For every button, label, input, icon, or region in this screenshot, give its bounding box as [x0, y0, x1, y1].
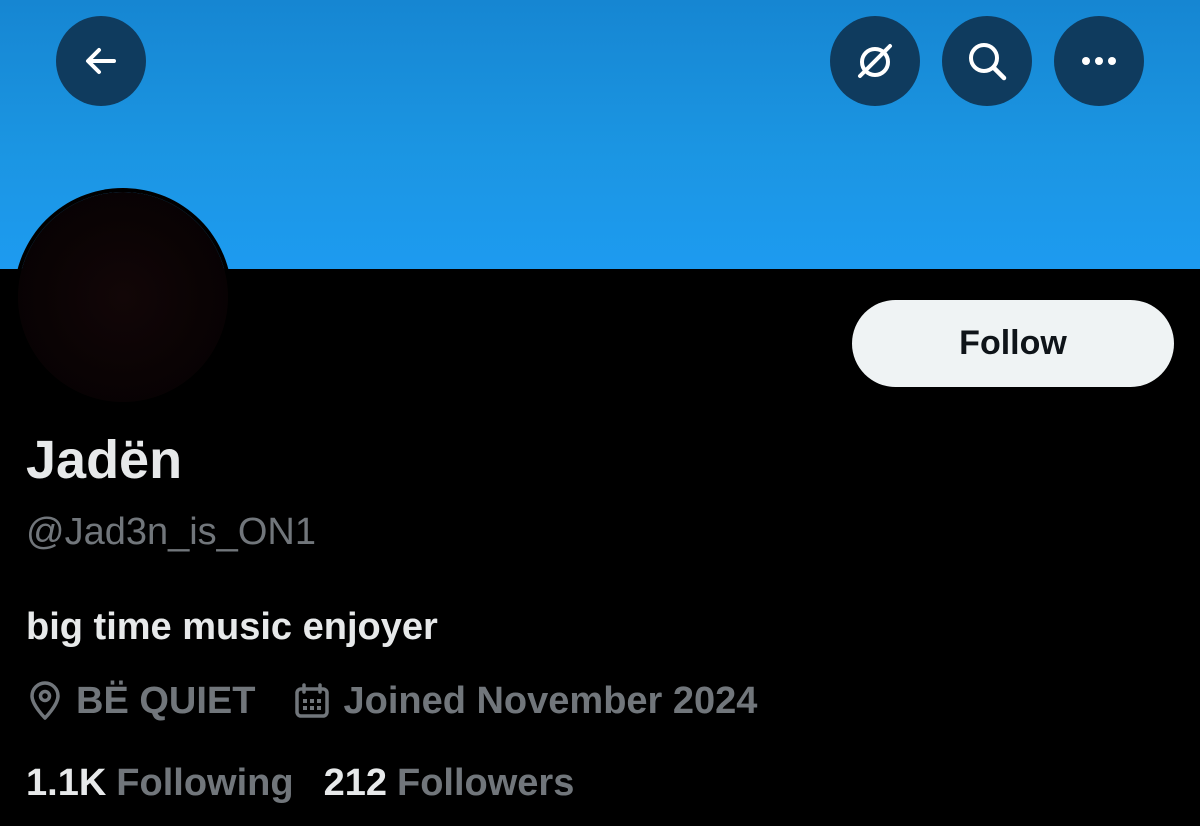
more-dots-icon: [1082, 57, 1116, 65]
grok-button[interactable]: [830, 16, 920, 106]
back-arrow-icon: [86, 48, 116, 74]
follow-button[interactable]: Follow: [852, 300, 1174, 387]
joined-date: Joined November 2024: [343, 679, 758, 722]
location-item: BË QUIET: [26, 680, 255, 723]
location-pin-icon: [30, 681, 60, 720]
following-label: Following: [116, 761, 294, 804]
search-icon: [969, 43, 1007, 81]
joined-item: Joined November 2024: [293, 680, 757, 723]
followers-link[interactable]: 212 Followers: [324, 762, 575, 805]
profile-page: Follow Jadën @Jad3n_is_ON1 big time musi…: [0, 0, 1200, 826]
profile-bio: big time music enjoyer: [26, 606, 438, 648]
search-button[interactable]: [942, 16, 1032, 106]
followers-count: 212: [323, 761, 387, 804]
follow-stats: 1.1K Following 212 Followers: [26, 758, 574, 808]
display-name: Jadën: [26, 430, 183, 490]
following-count: 1.1K: [26, 761, 107, 804]
grok-icon: [858, 44, 892, 78]
user-handle: @Jad3n_is_ON1: [26, 511, 316, 553]
more-options-button[interactable]: [1054, 16, 1144, 106]
avatar[interactable]: [18, 192, 228, 402]
back-button[interactable]: [56, 16, 146, 106]
profile-meta: BË QUIET Joined November 2024: [26, 676, 757, 726]
following-link[interactable]: 1.1K Following: [26, 762, 294, 805]
calendar-icon: [295, 683, 330, 718]
followers-label: Followers: [396, 761, 575, 804]
location-text: BË QUIET: [76, 679, 256, 722]
